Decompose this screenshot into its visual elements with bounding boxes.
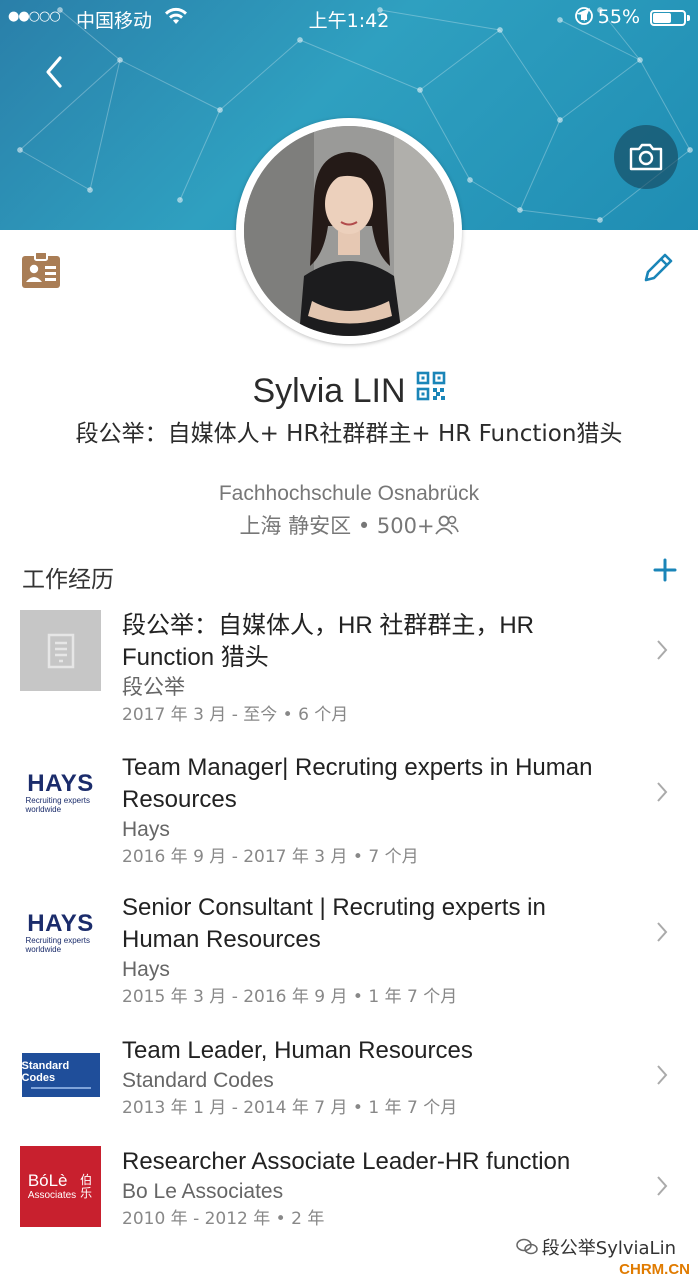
building-icon bbox=[47, 633, 74, 668]
edit-profile-button[interactable] bbox=[640, 250, 676, 286]
chevron-right-icon bbox=[657, 1176, 668, 1196]
company-logo-placeholder bbox=[20, 610, 101, 691]
plus-icon bbox=[653, 558, 677, 582]
experience-item[interactable]: Standard Codes Team Leader, Human Resour… bbox=[0, 1035, 698, 1125]
profile-school: Fachhochschule Osnabrück bbox=[218, 482, 480, 505]
add-experience-button[interactable] bbox=[652, 557, 678, 583]
logo-wordmark: HAYS bbox=[27, 909, 94, 937]
experience-company: Bo Le Associates bbox=[122, 1180, 284, 1203]
company-logo-standard-codes: Standard Codes bbox=[20, 1034, 101, 1115]
chevron-right-icon bbox=[657, 782, 668, 802]
logo-subtext: Associates bbox=[27, 1190, 77, 1201]
logo-wordmark: BóLè bbox=[27, 1171, 68, 1190]
logo-cjk: 伯乐 bbox=[80, 1172, 93, 1200]
experience-company: Hays bbox=[122, 958, 170, 981]
profile-headline: 段公举：自媒体人+ HR社群群主+ HR Function猎头 bbox=[75, 421, 623, 447]
connections-icon bbox=[434, 515, 459, 535]
experience-company: Standard Codes bbox=[122, 1069, 274, 1092]
chevron-right-icon bbox=[657, 640, 668, 660]
profile-location: 上海 静安区 bbox=[239, 514, 352, 538]
wechat-icon bbox=[516, 1238, 538, 1255]
watermark: 段公举SylviaLin bbox=[516, 1234, 676, 1260]
contact-card-icon[interactable] bbox=[20, 250, 62, 292]
experience-title: Senior Consultant | Recruting experts in… bbox=[122, 894, 546, 953]
watermark-text: 段公举SylviaLin bbox=[541, 1238, 676, 1259]
logo-wordmark: Standard Codes bbox=[21, 1060, 70, 1084]
experience-item[interactable]: 段公举：自媒体人，HR 社群群主，HR Function 猎头 段公举 2017… bbox=[0, 610, 698, 730]
profile-name: Sylvia LIN bbox=[252, 372, 406, 410]
experience-title: Researcher Associate Leader-HR function bbox=[122, 1148, 571, 1175]
experience-title: Team Leader, Human Resources bbox=[122, 1037, 473, 1064]
change-banner-button[interactable] bbox=[614, 125, 678, 189]
profile-location-row: 上海 静安区 • 500+ bbox=[0, 510, 698, 540]
pencil-icon bbox=[644, 253, 673, 282]
logo-tagline: Recruiting experts worldwide bbox=[25, 795, 90, 814]
company-logo-bole: BóLè Associates 伯乐 bbox=[20, 1146, 101, 1227]
experience-company: 段公举 bbox=[122, 676, 185, 699]
experience-dates: 2017 年 3 月 - 至今 • 6 个月 bbox=[122, 705, 349, 725]
experience-company: Hays bbox=[122, 818, 170, 841]
profile-photo[interactable] bbox=[236, 118, 462, 344]
experience-section-title: 工作经历 bbox=[22, 567, 114, 593]
experience-title: Team Manager| Recruting experts in Human… bbox=[122, 754, 593, 813]
connections-count[interactable]: 500+ bbox=[377, 514, 435, 538]
back-button[interactable] bbox=[38, 48, 74, 96]
experience-dates: 2010 年 - 2012 年 • 2 年 bbox=[122, 1209, 325, 1229]
chevron-right-icon bbox=[657, 922, 668, 942]
chevron-right-icon bbox=[657, 1065, 668, 1085]
logo-tagline: Recruiting experts worldwide bbox=[25, 935, 90, 954]
company-logo-hays: HAYS Recruiting experts worldwide bbox=[20, 892, 101, 973]
logo-wordmark: HAYS bbox=[27, 769, 94, 797]
experience-title: 段公举：自媒体人，HR 社群群主，HR Function 猎头 bbox=[122, 612, 534, 671]
experience-item[interactable]: HAYS Recruiting experts worldwide Senior… bbox=[0, 892, 698, 1012]
battery-percent: 55% bbox=[597, 6, 640, 28]
chevron-left-icon bbox=[46, 56, 62, 88]
camera-icon bbox=[629, 143, 663, 171]
separator-dot: • bbox=[357, 514, 377, 538]
experience-dates: 2013 年 1 月 - 2014 年 7 月 • 1 年 7 个月 bbox=[122, 1098, 458, 1118]
experience-dates: 2016 年 9 月 - 2017 年 3 月 • 7 个月 bbox=[122, 847, 419, 867]
profile-name-row: Sylvia LIN bbox=[0, 371, 698, 411]
company-logo-hays: HAYS Recruiting experts worldwide bbox=[20, 752, 101, 833]
avatar bbox=[244, 126, 454, 336]
status-bar: ●●○○○ 中国移动 上午1:42 55% bbox=[0, 0, 698, 36]
qr-code-icon[interactable] bbox=[416, 371, 446, 410]
experience-dates: 2015 年 3 月 - 2016 年 9 月 • 1 年 7 个月 bbox=[122, 987, 458, 1007]
watermark-site: CHRM.CN bbox=[619, 1261, 690, 1278]
experience-item[interactable]: HAYS Recruiting experts worldwide Team M… bbox=[0, 752, 698, 872]
battery-icon bbox=[650, 10, 690, 26]
